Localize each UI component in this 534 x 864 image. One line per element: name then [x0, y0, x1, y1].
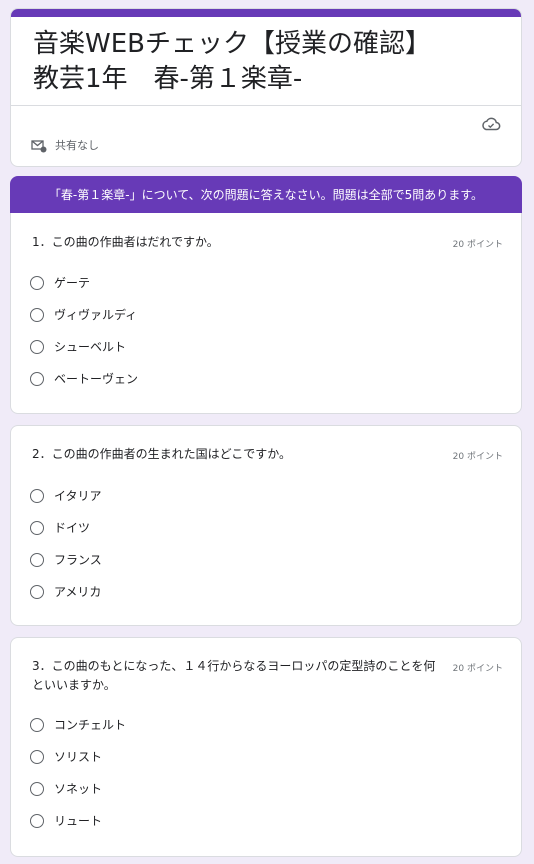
question-text: 2．この曲の作曲者の生まれた国はどこですか。 — [32, 447, 292, 461]
radio-button[interactable] — [30, 371, 44, 386]
option-label: ゲーテ — [54, 276, 91, 290]
option-france[interactable]: フランス — [30, 551, 102, 568]
share-status-row: 共有なし — [31, 137, 99, 153]
option-concerto[interactable]: コンチェルト — [30, 716, 126, 733]
radio-button[interactable] — [30, 275, 44, 290]
option-italy[interactable]: イタリア — [30, 487, 102, 504]
question-card-2: 2．この曲の作曲者の生まれた国はどこですか。 20 ポイント イタリア ドイツ … — [10, 425, 522, 626]
question-points: 20 ポイント — [452, 452, 503, 462]
option-schubert[interactable]: シューベルト — [30, 338, 126, 355]
option-label: イタリア — [54, 489, 102, 503]
radio-button[interactable] — [30, 813, 44, 828]
cloud-saved-icon — [481, 116, 501, 132]
option-label: ソネット — [54, 782, 103, 796]
radio-button[interactable] — [30, 552, 44, 567]
option-label: コンチェルト — [54, 718, 127, 732]
option-vivaldi[interactable]: ヴィヴァルディ — [30, 306, 137, 323]
radio-button[interactable] — [30, 781, 44, 796]
radio-button[interactable] — [30, 717, 44, 732]
option-label: ヴィヴァルディ — [54, 308, 138, 322]
option-label: フランス — [54, 553, 102, 567]
radio-button[interactable] — [30, 520, 44, 535]
option-sonnet[interactable]: ソネット — [30, 780, 102, 797]
option-goethe[interactable]: ゲーテ — [30, 274, 90, 291]
option-label: アメリカ — [54, 585, 102, 599]
question-points: 20 ポイント — [452, 240, 503, 250]
question-text: 3．この曲のもとになった、１４行からなるヨーロッパの定型詩のことを何といいますか… — [32, 659, 436, 692]
option-soloist[interactable]: ソリスト — [30, 748, 102, 765]
share-status-text: 共有なし — [55, 139, 99, 152]
option-america[interactable]: アメリカ — [30, 583, 101, 600]
option-beethoven[interactable]: ベートーヴェン — [30, 370, 138, 387]
radio-button[interactable] — [30, 584, 44, 599]
header-divider — [11, 105, 521, 106]
radio-button[interactable] — [30, 488, 44, 503]
question-card-3: 3．この曲のもとになった、１４行からなるヨーロッパの定型詩のことを何といいますか… — [10, 637, 522, 857]
question-card-1: 1．この曲の作曲者はだれですか。 20 ポイント ゲーテ ヴィヴァルディ シュー… — [10, 213, 522, 414]
question-points: 20 ポイント — [452, 664, 503, 674]
option-label: シューベルト — [54, 340, 127, 354]
option-label: リュート — [54, 814, 103, 828]
radio-button[interactable] — [30, 749, 44, 764]
form-title: 音楽WEBチェック【授業の確認】 教芸1年 春-第１楽章- — [33, 29, 431, 94]
option-lute[interactable]: リュート — [30, 812, 102, 829]
option-label: ソリスト — [54, 750, 103, 764]
section-banner: 「春-第１楽章-」について、次の問題に答えなさい。問題は全部で5問あります。 — [10, 176, 522, 213]
option-label: ドイツ — [54, 521, 91, 535]
question-text: 1．この曲の作曲者はだれですか。 — [32, 235, 219, 249]
form-header-card: 音楽WEBチェック【授業の確認】 教芸1年 春-第１楽章- 共有なし — [10, 8, 522, 167]
header-accent-bar — [11, 9, 521, 17]
mail-shared-icon — [31, 138, 47, 153]
option-label: ベートーヴェン — [54, 372, 139, 386]
radio-button[interactable] — [30, 339, 44, 354]
radio-button[interactable] — [30, 307, 44, 322]
option-germany[interactable]: ドイツ — [30, 519, 90, 536]
